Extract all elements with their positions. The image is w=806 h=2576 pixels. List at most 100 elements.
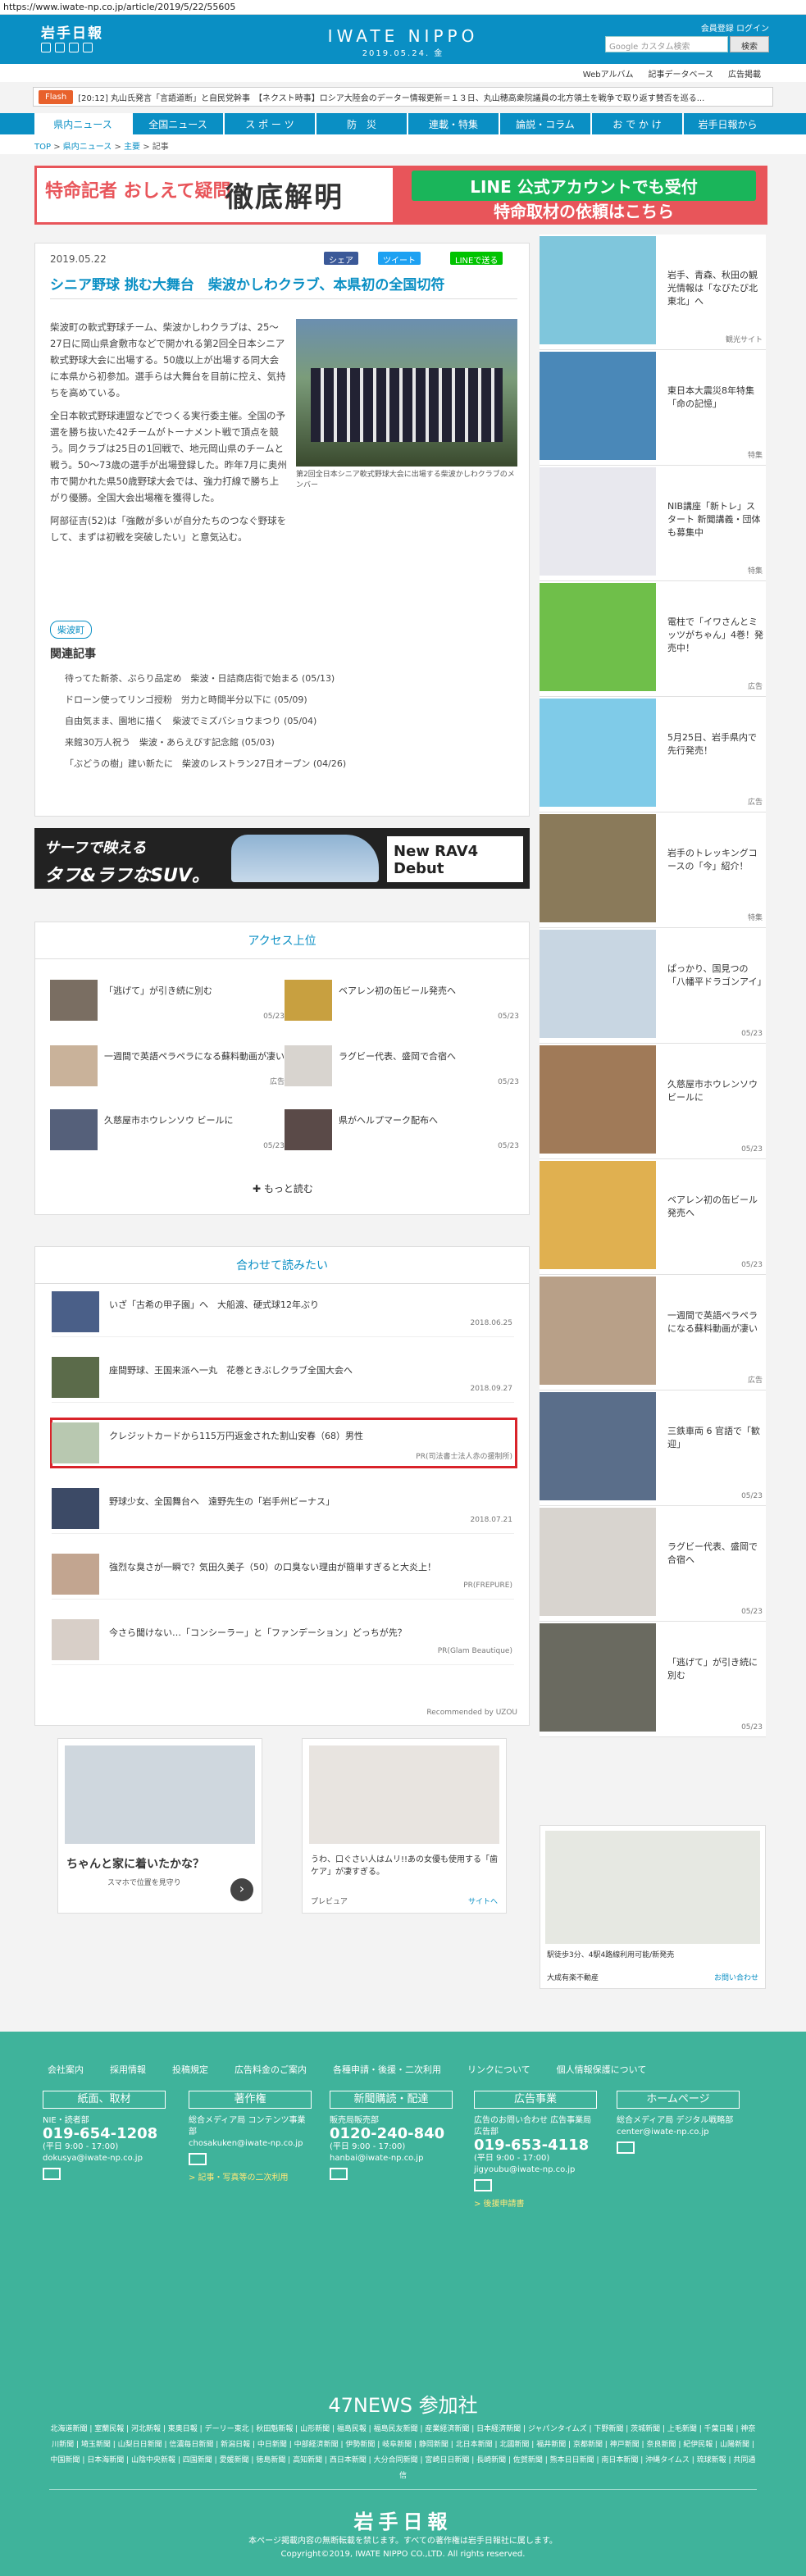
footer-link[interactable]: 投稿規定 [172, 2063, 208, 2076]
breadcrumb-local[interactable]: 県内ニュース [63, 143, 112, 152]
email[interactable]: hanbai@iwate-np.co.jp [330, 2153, 453, 2164]
phone-number[interactable]: 019-654-1208 [43, 2127, 166, 2141]
subnav-item[interactable]: Webアルバム [583, 67, 634, 82]
sidebar-item[interactable]: 久慈屋市ホウレンソウ ビールに 05/23 [540, 1044, 766, 1159]
footer-logo[interactable]: 岩手日報 [0, 2505, 806, 2534]
related-link[interactable]: ドローン使ってリンゴ授粉 労力と時間半分以下に (05/09) [65, 693, 524, 706]
nav-tab-national[interactable]: 全国ニュース [133, 113, 225, 134]
sidebar-title: ラグビー代表、盛岡で合宿へ [667, 1541, 758, 1565]
footer-link[interactable]: 会社案内 [48, 2063, 84, 2076]
ranking-item[interactable]: ベアレン初の缶ビール発売へ 05/23 [285, 980, 522, 1029]
flash-news-bar[interactable]: Flash [20:12] 丸山氏発言「言語道断」と自民党幹事 【ネクスト時事】… [33, 87, 773, 107]
breath-ad[interactable]: うわ、口ぐさい人はムリ!!あの女優も使用する「歯ケア」が凄すぎる。 プレビュア … [302, 1738, 507, 1914]
ad-site-link[interactable]: サイトへ [468, 1896, 498, 1906]
related-link[interactable]: 自由気まま、園地に描く 柴波でミズバショウまつり (05/04) [65, 714, 524, 727]
recommend-item[interactable]: 座間野球、王国来派へ一丸 花巻ときぶしクラブ全国大会へ 2018.09.27 [52, 1355, 514, 1403]
email[interactable]: dokusya@iwate-np.co.jp [43, 2153, 166, 2164]
recommend-item[interactable]: いざ「古希の甲子園」へ 大船渡、硬式球12年ぶり 2018.06.25 [52, 1290, 514, 1337]
footer-link[interactable]: 個人情報保護について [557, 2063, 647, 2076]
recommend-item[interactable]: 野球少女、全国舞台へ 遠野先生の「岩手州ビーナス」 2018.07.21 [52, 1486, 514, 1534]
flash-text[interactable]: [20:12] 丸山氏発言「言語道断」と自民党幹事 【ネクスト時事】ロシア大陸会… [78, 91, 704, 103]
related-link[interactable]: 待ってた新茶、ぷらり品定め 柴波・日詰商店街で始まる (05/13) [65, 671, 524, 685]
sidebar-item[interactable]: 岩手のトレッキングコースの「今」紹介！ 特集 [540, 812, 766, 928]
footer-col-homepage: ホームページ 総合メディア局 デジタル戦略部 center@iwate-np.c… [617, 2091, 740, 2161]
footer-link[interactable]: 採用情報 [110, 2063, 146, 2076]
recommend-credit[interactable]: Recommended by UZOU [426, 1709, 517, 1717]
email[interactable]: center@iwate-np.co.jp [617, 2127, 740, 2138]
url-bar[interactable]: https://www.iwate-np.co.jp/article/2019/… [0, 0, 806, 15]
breadcrumb-top[interactable]: TOP [34, 143, 51, 152]
mail-icon[interactable] [617, 2141, 635, 2154]
nav-tab-series[interactable]: 連載・特集 [408, 113, 500, 134]
copyright: 本ページ掲載内容の無断転載を禁じます。すべての著作権は岩手日報社に属します。 C… [0, 2535, 806, 2561]
recommend-item[interactable]: 今さら聞けない…「コンシーラー」と「ファンデーション」どっちが先？ PR(Glam… [52, 1618, 514, 1665]
breadcrumb-main[interactable]: 主要 [124, 143, 140, 152]
recommend-item[interactable]: 強烈な臭さが一瞬で？気田久美子（50）の口臭ない理由が簡単すぎると大炎上！ PR(… [52, 1552, 514, 1600]
sidebar-item[interactable]: 「逃げて」が引き続に別む 05/23 [540, 1622, 766, 1737]
footer-link[interactable]: 各種申請・後援・二次利用 [333, 2063, 441, 2076]
email[interactable]: jigyoubu@iwate-np.co.jp [474, 2164, 597, 2176]
sidebar-item[interactable]: 5月25日、岩手県内で先行発売！ 広告 [540, 697, 766, 812]
recommend-item[interactable]: クレジットカードから115万円返金された割山安春（68）男性 PR(司法書士法人赤… [52, 1421, 514, 1468]
related-link[interactable]: 来館30万人祝う 柴波・あらえびす記念館 (05/03) [65, 735, 524, 749]
nav-tab-local[interactable]: 県内ニュース [34, 113, 133, 134]
topic-tag[interactable]: 柴波町 [50, 621, 92, 639]
partner-list[interactable]: 北海道新聞 | 室蘭民報 | 河北新報 | 東奥日報 | デーリー東北 | 秋田… [49, 2422, 757, 2484]
chevron-right-icon[interactable]: › [230, 1878, 253, 1901]
mail-icon[interactable] [43, 2168, 61, 2180]
nav-tab-outing[interactable]: お で か け [592, 113, 684, 134]
tweet-button[interactable]: ツイート [378, 252, 421, 266]
sidebar-item[interactable]: 電柱で「イワさんとミッツがちゃん」4巻！発売中！ 広告 [540, 581, 766, 697]
sponsorship-link[interactable]: > 後援申請書 [474, 2199, 597, 2210]
related-link[interactable]: 「ぶどうの樹」建い新たに 柴波のレストラン27日オープン (04/26) [65, 757, 524, 770]
sidebar-item[interactable]: ラグビー代表、盛岡で合宿へ 05/23 [540, 1506, 766, 1622]
line-share-button[interactable]: LINEで送る [450, 252, 503, 266]
thumbnail [52, 1422, 99, 1463]
sidebar-item[interactable]: NIB講座「新トレ」スタート 新聞講義・団体も募集中 特集 [540, 466, 766, 581]
search-input[interactable]: Google カスタム検索 [605, 36, 728, 52]
mail-icon[interactable] [474, 2179, 492, 2191]
email[interactable]: chosakuken@iwate-np.co.jp [189, 2138, 312, 2150]
article-photo[interactable] [296, 319, 517, 467]
flash-label: Flash [39, 89, 74, 104]
more-button[interactable]: ✚ もっと読む [35, 1181, 531, 1195]
nav-tab-sports[interactable]: ス ポ ー ツ [225, 113, 316, 134]
ranking-item[interactable]: 久慈屋市ホウレンソウ ビールに 05/23 [50, 1109, 288, 1158]
toyota-ad[interactable]: サーフで映える タフ&ラフなSUV。 New RAV4 Debut [34, 828, 530, 889]
subnav-item[interactable]: 記事データベース [649, 67, 714, 82]
ranking-item[interactable]: 一週間で英語ペラペラになる蘇料動画が凄い 広告 [50, 1045, 288, 1095]
mail-icon[interactable] [189, 2153, 207, 2165]
phone-number[interactable]: 0120-240-840 [330, 2127, 453, 2141]
account-links[interactable]: 会員登録 ログイン [701, 21, 769, 34]
watch-ad[interactable]: ちゃんと家に着いたかな？ スマホで位置を見守り › [57, 1738, 262, 1914]
sidebar-item[interactable]: ベアレン初の缶ビール発売へ 05/23 [540, 1159, 766, 1275]
footer-dept: 総合メディア局 デジタル戦略部 [617, 2116, 734, 2125]
footer-col-editorial: 紙面、取材 NIE・読者部 019-654-1208 (平日 9:00 - 17… [43, 2091, 166, 2187]
nav-tab-editorial[interactable]: 論説・コラム [500, 113, 592, 134]
ranking-item[interactable]: 「逃げて」が引き続に別む 05/23 [50, 980, 288, 1029]
ad-headline: うわ、口ぐさい人はムリ!!あの女優も使用する「歯ケア」が凄すぎる。 [311, 1855, 499, 1877]
subnav-item[interactable]: 広告掲載 [728, 67, 761, 82]
47news-heading[interactable]: 47NEWS 参加社 [0, 2389, 806, 2418]
ranking-item[interactable]: ラグビー代表、盛岡で合宿へ 05/23 [285, 1045, 522, 1095]
sidebar-item[interactable]: 東日本大震災8年特集「命の記憶」 特集 [540, 350, 766, 466]
hours: (平日 9:00 - 17:00) [474, 2154, 550, 2163]
footer-link[interactable]: 広告料金のご案内 [235, 2063, 307, 2076]
ad-contact-link[interactable]: お問い合わせ [714, 1972, 758, 1982]
tokumei-banner[interactable]: 特命記者 おしえて疑問 徹底解明 LINE 公式アカウントでも受付 特命取材の依… [34, 166, 767, 225]
sidebar-item[interactable]: 三鉄車両 6 官語で「歓迎」 05/23 [540, 1390, 766, 1506]
nav-tab-disaster[interactable]: 防 災 [316, 113, 408, 134]
sidebar-item[interactable]: ぱっかり、国見つの「八幡平ドラゴンアイ」 05/23 [540, 928, 766, 1044]
nav-tab-from-nippo[interactable]: 岩手日報から [684, 113, 772, 134]
facebook-share-button[interactable]: シェア [324, 252, 358, 266]
search-button[interactable]: 検索 [730, 36, 769, 52]
ranking-title: ラグビー代表、盛岡で合宿へ [339, 1051, 456, 1062]
secondary-use-link[interactable]: > 記事・写真等の二次利用 [189, 2173, 312, 2184]
ranking-item[interactable]: 県がヘルプマーク配布へ 05/23 [285, 1109, 522, 1158]
phone-number[interactable]: 019-653-4118 [474, 2138, 597, 2153]
real-estate-ad[interactable]: 駅徒歩3分、4駅4路線利用可能/新発売 大成有楽不動産 お問い合わせ [540, 1825, 766, 1989]
sidebar-item[interactable]: 岩手、青森、秋田の観光情報は「なびたび北東北」へ 観光サイト [540, 234, 766, 350]
mail-icon[interactable] [330, 2168, 348, 2180]
footer-link[interactable]: リンクについて [467, 2063, 531, 2076]
sidebar-item[interactable]: 一週間で英語ペラペラになる蘇料動画が凄い 広告 [540, 1275, 766, 1390]
